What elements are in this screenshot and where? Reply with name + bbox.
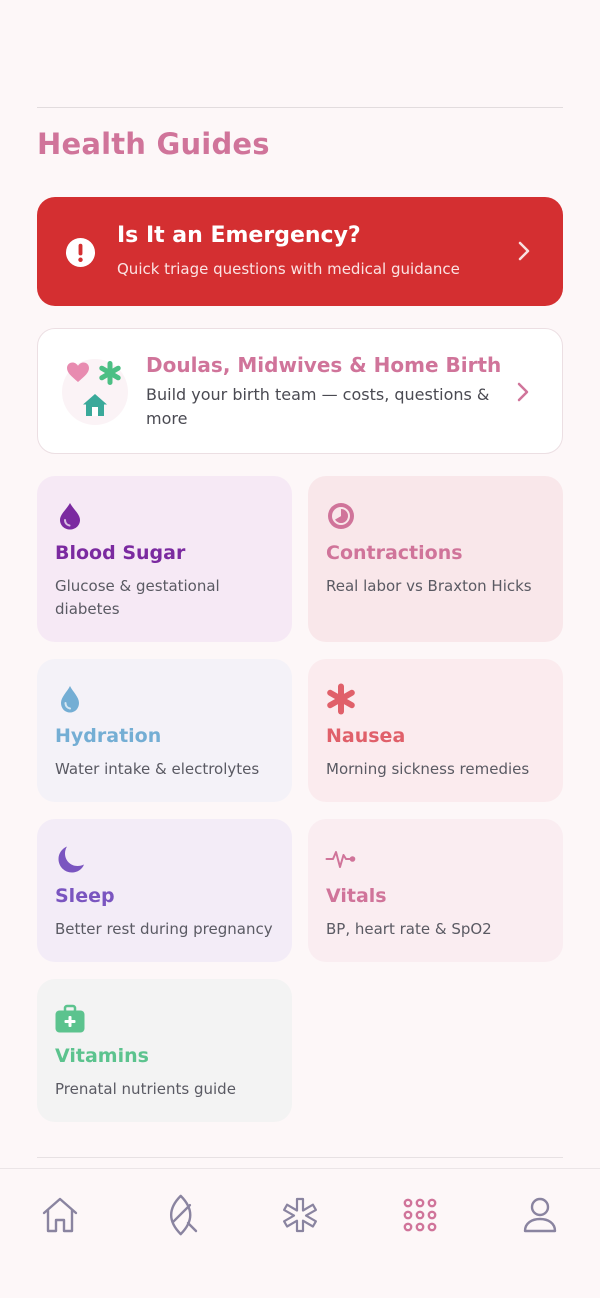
guide-tile-title: Blood Sugar (55, 542, 186, 564)
doulas-midwives-card[interactable]: Doulas, Midwives & Home Birth Build your… (37, 328, 563, 454)
tab-profile[interactable] (518, 1193, 562, 1237)
guide-tile-subtitle: Water intake & electrolytes (55, 760, 260, 778)
profile-icon (523, 1197, 557, 1233)
chevron-right-icon (517, 382, 529, 402)
asterisk-icon (283, 1197, 317, 1233)
guide-tile-subtitle: Glucose & gestational diabetes (55, 577, 220, 618)
heartbeat-icon (325, 851, 356, 868)
guide-tile-title: Contractions (326, 542, 463, 564)
bottom-tab-bar (0, 1168, 600, 1298)
doulas-subtitle: Build your birth team — costs, questions… (146, 385, 490, 428)
birth-team-icon-group (62, 359, 128, 425)
tab-guides[interactable] (398, 1193, 442, 1237)
bottom-divider (37, 1157, 563, 1158)
grid-icon (403, 1198, 437, 1232)
health-guides-screen: Health Guides Is It an Emergency? Quick … (0, 0, 600, 1298)
heart-icon (67, 362, 89, 382)
emergency-subtitle: Quick triage questions with medical guid… (117, 260, 460, 278)
guide-tile-vitals[interactable]: Vitals BP, heart rate & SpO2 (308, 819, 563, 962)
leaf-icon (169, 1194, 198, 1236)
asterisk-icon (327, 683, 355, 715)
guide-tile-title: Vitamins (55, 1045, 149, 1067)
guide-tile-title: Vitals (326, 885, 387, 907)
guide-tile-sleep[interactable]: Sleep Better rest during pregnancy (37, 819, 292, 962)
guide-tile-title: Nausea (326, 725, 406, 747)
doulas-title: Doulas, Midwives & Home Birth (146, 353, 502, 377)
guide-tile-contractions[interactable]: Contractions Real labor vs Braxton Hicks (308, 476, 563, 642)
guide-tile-subtitle: Real labor vs Braxton Hicks (326, 577, 532, 595)
guide-tile-blood-sugar[interactable]: Blood Sugar Glucose & gestational diabet… (37, 476, 292, 642)
asterisk-icon (99, 361, 121, 385)
medical-kit-icon (55, 1004, 85, 1033)
guide-tile-hydration[interactable]: Hydration Water intake & electrolytes (37, 659, 292, 802)
guide-tile-subtitle: Better rest during pregnancy (55, 920, 273, 938)
house-icon (83, 394, 107, 416)
tab-home[interactable] (38, 1193, 82, 1237)
guide-tile-nausea[interactable]: Nausea Morning sickness remedies (308, 659, 563, 802)
emergency-title: Is It an Emergency? (117, 223, 361, 248)
guide-tile-subtitle: BP, heart rate & SpO2 (326, 920, 492, 938)
tab-wellness[interactable] (158, 1193, 202, 1237)
water-drop-icon (61, 686, 79, 713)
guide-tile-vitamins[interactable]: Vitamins Prenatal nutrients guide (37, 979, 292, 1122)
tab-health[interactable] (278, 1193, 322, 1237)
guide-tile-title: Sleep (55, 885, 115, 907)
home-icon (42, 1197, 78, 1233)
page-title: Health Guides (37, 127, 270, 161)
chevron-right-icon (518, 241, 530, 261)
guide-tile-title: Hydration (55, 725, 162, 747)
top-divider (37, 107, 563, 108)
guide-tile-subtitle: Prenatal nutrients guide (55, 1080, 236, 1098)
moon-icon (58, 846, 84, 873)
guide-tile-subtitle: Morning sickness remedies (326, 760, 530, 778)
emergency-card[interactable]: Is It an Emergency? Quick triage questio… (37, 197, 563, 306)
alert-circle-icon (65, 237, 96, 268)
timer-icon (328, 503, 354, 529)
drop-icon (60, 503, 80, 530)
